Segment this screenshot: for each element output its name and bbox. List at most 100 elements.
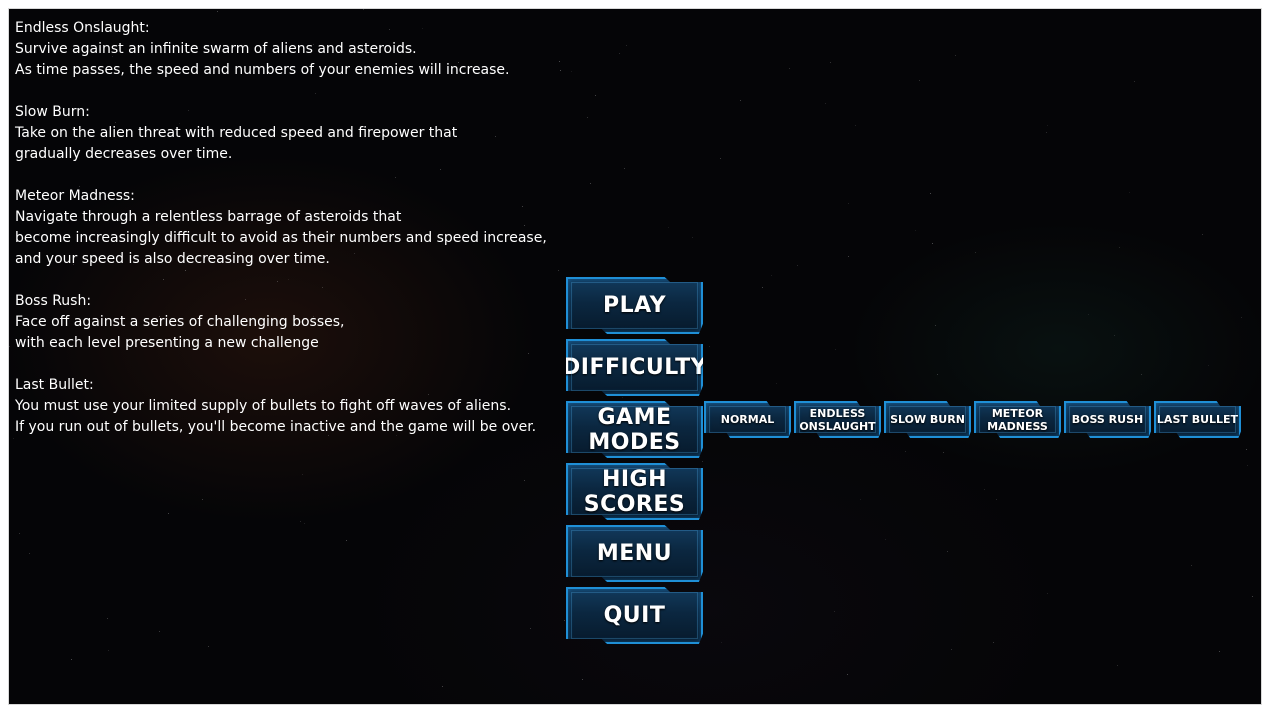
star [951, 649, 952, 650]
star [1119, 247, 1120, 248]
mode-description-endless-onslaught: Endless Onslaught: Survive against an in… [15, 18, 575, 81]
star [996, 499, 997, 500]
star [720, 158, 721, 159]
mode-text: with each level presenting a new challen… [15, 335, 319, 351]
star [797, 265, 798, 266]
star [302, 474, 303, 475]
mode-text: Take on the alien threat with reduced sp… [15, 125, 458, 141]
star [1247, 465, 1248, 466]
mode-endless-onslaught-button[interactable]: ENDLESS ONSLAUGHT [794, 401, 881, 438]
difficulty-button[interactable]: DIFFICULTY [566, 339, 703, 396]
star [709, 346, 710, 347]
star [1191, 565, 1192, 566]
menu-button[interactable]: MENU [566, 525, 703, 582]
mode-description-slow-burn: Slow Burn: Take on the alien threat with… [15, 102, 575, 165]
star [937, 374, 938, 375]
mode-text: As time passes, the speed and numbers of… [15, 62, 510, 78]
mode-title: Meteor Madness: [15, 188, 135, 204]
star [947, 551, 948, 552]
star [624, 168, 625, 169]
star [1134, 81, 1135, 82]
star [202, 499, 203, 500]
star [622, 397, 623, 398]
mode-slow-burn-button[interactable]: SLOW BURN [884, 401, 971, 438]
star [159, 631, 160, 632]
star [905, 451, 906, 452]
mode-title: Endless Onslaught: [15, 20, 150, 36]
mode-text: Face off against a series of challenging… [15, 314, 345, 330]
star [721, 642, 722, 643]
star [993, 642, 994, 643]
star [668, 227, 669, 228]
star [855, 125, 856, 126]
star [300, 521, 301, 522]
star [930, 193, 931, 194]
star [217, 11, 218, 12]
star [860, 499, 861, 500]
game-screen: Endless Onslaught: Survive against an in… [9, 9, 1261, 704]
mode-text: gradually decreases over time. [15, 146, 233, 162]
star [1141, 374, 1142, 375]
star [885, 539, 886, 540]
mode-text: Navigate through a relentless barrage of… [15, 209, 402, 225]
mode-description-boss-rush: Boss Rush: Face off against a series of … [15, 291, 575, 354]
mode-title: Boss Rush: [15, 293, 92, 309]
star [919, 80, 920, 81]
mode-normal-button[interactable]: NORMAL [704, 401, 791, 438]
star [363, 9, 364, 10]
star [935, 325, 936, 326]
star [587, 117, 588, 118]
mode-text: Survive against an infinite swarm of ali… [15, 41, 417, 57]
star [848, 203, 849, 204]
mode-text: and your speed is also decreasing over t… [15, 251, 330, 267]
star [915, 230, 916, 231]
mode-description-meteor-madness: Meteor Madness: Navigate through a relen… [15, 186, 575, 270]
mode-meteor-madness-button[interactable]: METEOR MADNESS [974, 401, 1061, 438]
star [847, 674, 848, 675]
mode-title: Last Bullet: [15, 377, 94, 393]
star [71, 659, 72, 660]
star [29, 553, 30, 554]
star [776, 383, 777, 384]
mode-description-last-bullet: Last Bullet: You must use your limited s… [15, 375, 575, 438]
star [9, 346, 10, 347]
star [108, 650, 109, 651]
star [702, 461, 703, 462]
mode-text: become increasingly difficult to avoid a… [15, 230, 547, 246]
mode-text: If you run out of bullets, you'll become… [15, 419, 537, 435]
game-mode-descriptions: Endless Onslaught: Survive against an in… [15, 18, 575, 459]
star [1047, 125, 1048, 126]
high-scores-button[interactable]: HIGH SCORES [566, 463, 703, 520]
star [1047, 593, 1048, 594]
star [208, 646, 209, 647]
mode-button-label: ONSLAUGHT [799, 419, 876, 433]
quit-button[interactable]: QUIT [566, 587, 703, 644]
star [984, 489, 985, 490]
mode-boss-rush-button[interactable]: BOSS RUSH [1064, 401, 1151, 438]
star [1252, 596, 1253, 597]
star [1219, 651, 1220, 652]
star [943, 452, 944, 453]
star [168, 513, 169, 514]
star [1241, 317, 1242, 318]
star [530, 628, 531, 629]
star [1208, 365, 1209, 366]
star [771, 275, 772, 276]
star [834, 611, 835, 612]
play-button[interactable]: PLAY [566, 277, 703, 334]
mode-button-label: METEOR [991, 406, 1044, 420]
star [582, 679, 583, 680]
mode-button-label: ENDLESS [809, 406, 866, 420]
star [1046, 132, 1047, 133]
star [835, 349, 836, 350]
game-modes-button[interactable]: GAME MODES [566, 401, 703, 458]
star [590, 183, 591, 184]
star [975, 252, 976, 253]
star [564, 620, 565, 621]
star [1114, 335, 1115, 336]
star [107, 618, 108, 619]
star [955, 55, 956, 56]
mode-last-bullet-button[interactable]: LAST BULLET [1154, 401, 1241, 438]
star [1246, 449, 1247, 450]
mode-button-label: MADNESS [987, 419, 1048, 433]
